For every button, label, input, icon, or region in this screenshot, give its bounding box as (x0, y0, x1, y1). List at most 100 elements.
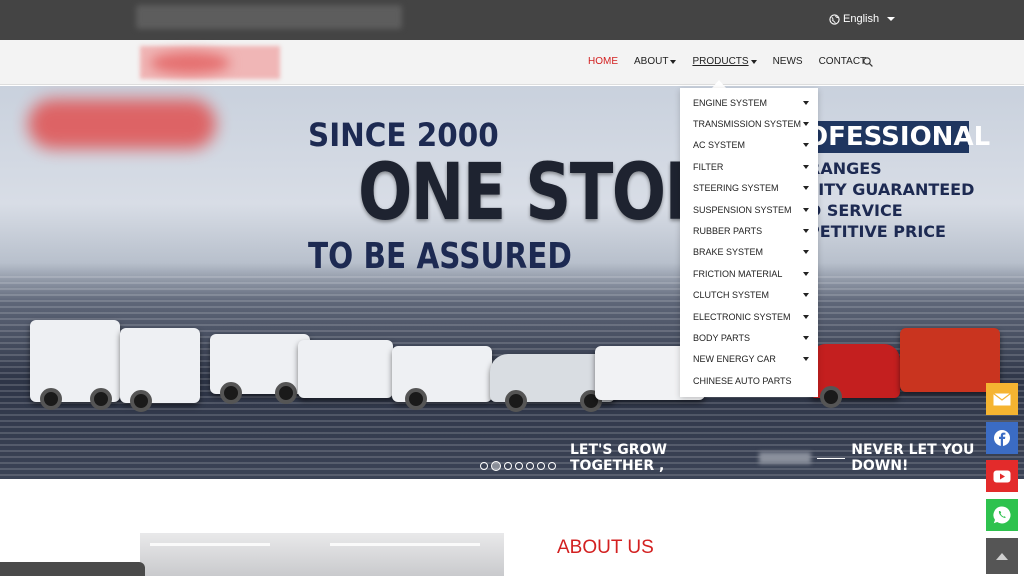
youtube-button[interactable] (986, 460, 1018, 492)
slogan-left: LET'S GROW TOGETHER , (570, 442, 667, 474)
menu-item-electronic-system[interactable]: ELECTRONIC SYSTEM (680, 306, 818, 327)
facebook-icon (994, 430, 1010, 446)
caret-down-icon (803, 293, 809, 298)
truck-image (120, 328, 200, 403)
chat-widget-tab[interactable] (0, 562, 145, 576)
slider-dot[interactable] (526, 462, 534, 470)
caret-down-icon (803, 143, 809, 148)
nav-about[interactable]: ABOUT (634, 56, 677, 67)
menu-item-label: CHINESE AUTO PARTS (693, 375, 792, 386)
wheel-shape (275, 382, 297, 404)
menu-item-rubber-parts[interactable]: RUBBER PARTS (680, 220, 818, 241)
menu-item-suspension-system[interactable]: SUSPENSION SYSTEM (680, 199, 818, 220)
menu-item-new-energy-car[interactable]: NEW ENERGY CAR (680, 349, 818, 370)
menu-item-label: AC SYSTEM (693, 140, 746, 151)
wheel-shape (820, 386, 842, 408)
slider-dot-active[interactable] (491, 461, 501, 471)
nav-about-label: ABOUT (634, 56, 669, 67)
menu-item-steering-system[interactable]: STEERING SYSTEM (680, 178, 818, 199)
van-image (298, 340, 393, 398)
dropdown-pointer (712, 80, 726, 88)
nav-products[interactable]: PRODUCTS (692, 56, 757, 67)
email-button[interactable] (986, 383, 1018, 415)
hero-claim: LITY GUARANTEED (808, 180, 975, 199)
back-to-top-button[interactable] (986, 538, 1018, 574)
menu-item-label: ENGINE SYSTEM (693, 97, 768, 108)
facebook-button[interactable] (986, 422, 1018, 454)
caret-down-icon (803, 164, 809, 169)
hero-vehicles-image (20, 314, 1010, 424)
menu-item-ac-system[interactable]: AC SYSTEM (680, 135, 818, 156)
globe-icon (829, 13, 840, 25)
main-nav: HOME ABOUT PRODUCTS NEWS CONTACT (588, 56, 882, 67)
slider-dot[interactable] (480, 462, 488, 470)
slogan-divider (817, 457, 846, 459)
slider-dot[interactable] (537, 462, 545, 470)
caret-down-icon (803, 207, 809, 212)
products-dropdown: ENGINE SYSTEM TRANSMISSION SYSTEM AC SYS… (680, 88, 818, 397)
caret-down-icon (803, 186, 809, 191)
menu-item-label: TRANSMISSION SYSTEM (693, 119, 802, 130)
back-to-top-icon (996, 552, 1008, 560)
wheel-shape (505, 390, 527, 412)
hero-claims: RANGES LITY GUARANTEED D SERVICE PETITIV… (808, 158, 974, 242)
menu-item-chinese-auto-parts[interactable]: CHINESE AUTO PARTS (680, 370, 818, 391)
nav-home-label: HOME (588, 56, 618, 67)
about-heading: ABOUT US (557, 537, 654, 558)
chevron-down-icon (750, 59, 757, 64)
menu-item-label: FRICTION MATERIAL (693, 268, 783, 279)
hero-subheadline: TO BE ASSURED (308, 236, 572, 277)
menu-item-label: FILTER (693, 161, 724, 172)
hero-badge-text: OFESSIONAL (806, 122, 991, 152)
caret-down-icon (803, 314, 809, 319)
whatsapp-button[interactable] (986, 499, 1018, 531)
language-selector[interactable]: English (829, 13, 896, 25)
top-bar-contact-info (136, 5, 402, 29)
menu-item-clutch-system[interactable]: CLUTCH SYSTEM (680, 285, 818, 306)
menu-item-filter[interactable]: FILTER (680, 156, 818, 177)
hero-slogan: LET'S GROW TOGETHER , NEVER LET YOU DOWN… (570, 442, 1024, 474)
nav-news[interactable]: NEWS (773, 56, 803, 67)
menu-item-engine-system[interactable]: ENGINE SYSTEM (680, 92, 818, 113)
nav-news-label: NEWS (772, 56, 803, 67)
hero-banner[interactable]: SINCE 2000 ONE STOP TO BE ASSURED OFESSI… (0, 86, 1024, 479)
nav-products-label: PRODUCTS (692, 56, 749, 67)
nav-home[interactable]: HOME (588, 56, 618, 67)
menu-item-label: BRAKE SYSTEM (693, 247, 764, 258)
menu-item-brake-system[interactable]: BRAKE SYSTEM (680, 242, 818, 263)
caret-down-icon (803, 100, 809, 105)
wheel-shape (40, 388, 62, 410)
top-bar: English (0, 0, 1024, 40)
menu-item-transmission-system[interactable]: TRANSMISSION SYSTEM (680, 113, 818, 134)
whatsapp-icon (993, 506, 1011, 524)
caret-down-icon (803, 357, 809, 362)
hero-claim: PETITIVE PRICE (808, 222, 946, 241)
mail-icon (993, 392, 1011, 405)
slider-dot[interactable] (548, 462, 556, 470)
chevron-down-icon (887, 17, 896, 21)
slider-dot[interactable] (504, 462, 512, 470)
caret-down-icon (803, 271, 809, 276)
menu-item-label: SUSPENSION SYSTEM (693, 204, 792, 215)
wheel-shape (90, 388, 112, 410)
menu-item-friction-material[interactable]: FRICTION MATERIAL (680, 263, 818, 284)
caret-down-icon (803, 250, 809, 255)
search-icon[interactable] (863, 57, 873, 67)
wheel-shape (220, 382, 242, 404)
ceiling-beam (330, 543, 480, 546)
ceiling-beam (150, 543, 270, 546)
menu-item-body-parts[interactable]: BODY PARTS (680, 327, 818, 348)
youtube-icon (993, 470, 1011, 482)
chevron-down-icon (670, 59, 677, 64)
nav-contact-label: CONTACT (818, 56, 867, 67)
nav-contact[interactable]: CONTACT (819, 56, 867, 67)
language-label: English (843, 13, 880, 25)
slider-pagination (480, 461, 556, 471)
slider-dot[interactable] (515, 462, 523, 470)
menu-item-label: NEW ENERGY CAR (693, 354, 776, 365)
hero-claim: D SERVICE (808, 201, 903, 220)
hero-claim: RANGES (808, 159, 882, 178)
bus-image (900, 328, 1000, 392)
about-image (140, 533, 504, 576)
menu-item-label: STEERING SYSTEM (693, 183, 779, 194)
